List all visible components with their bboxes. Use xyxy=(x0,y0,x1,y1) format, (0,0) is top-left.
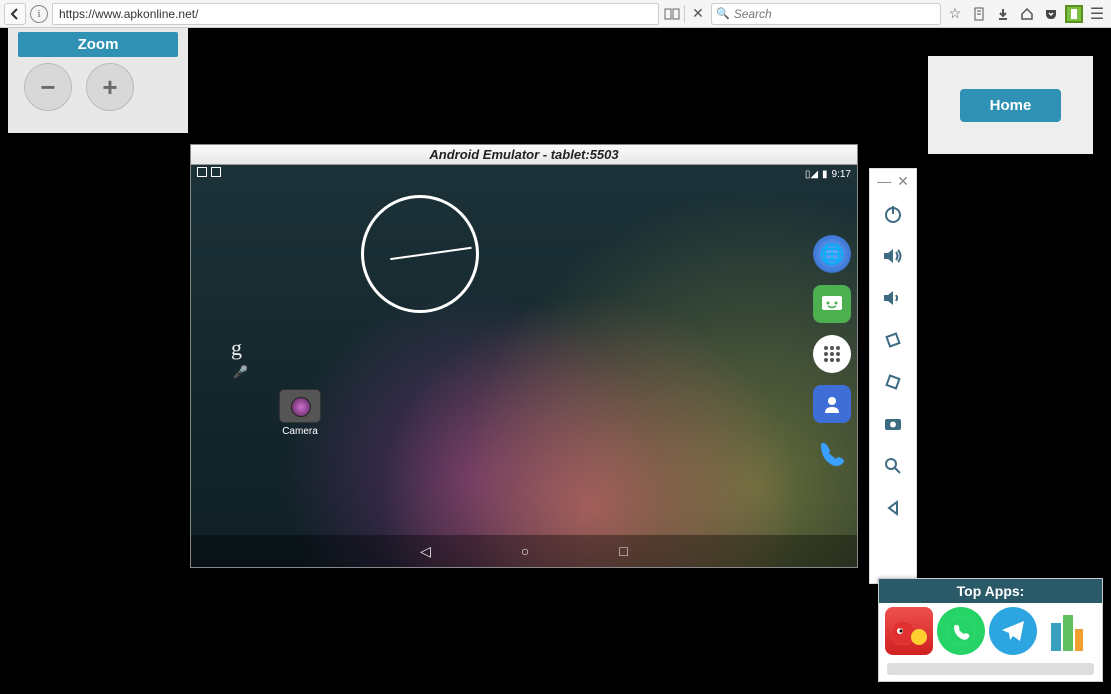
search-input[interactable] xyxy=(734,7,936,21)
search-box[interactable]: 🔍 xyxy=(711,3,941,25)
rotate-left-icon[interactable] xyxy=(875,320,911,360)
camera-app[interactable]: Camera xyxy=(273,389,327,437)
bookmark-icon[interactable]: ☆ xyxy=(945,4,965,24)
nav-back-icon[interactable]: ◁ xyxy=(420,543,431,560)
android-nav-bar: ◁ ○ □ xyxy=(191,535,857,567)
emulator-controls: — ✕ xyxy=(869,168,917,584)
android-dock: 🌐 xyxy=(813,235,851,473)
pocket-icon[interactable] xyxy=(1041,4,1061,24)
zoom-header: Zoom xyxy=(18,32,178,57)
google-search-icon[interactable]: g xyxy=(231,335,242,361)
zoom-out-button[interactable]: − xyxy=(24,63,72,111)
camera-label: Camera xyxy=(273,426,327,437)
minimize-icon[interactable]: — xyxy=(877,173,891,190)
home-panel: Home xyxy=(928,56,1093,154)
emulator-screen[interactable]: ▯◢ ▮ 9:17 g 🎤 Camera 🌐 xyxy=(191,165,857,567)
voice-search-icon[interactable]: 🎤 xyxy=(233,365,248,379)
apps-drawer-icon[interactable] xyxy=(813,335,851,373)
home-button[interactable]: Home xyxy=(960,89,1062,122)
clock-widget[interactable] xyxy=(361,195,479,313)
stop-button[interactable]: ✕ xyxy=(689,5,707,22)
telegram-app[interactable] xyxy=(989,607,1037,655)
screenshot-icon[interactable] xyxy=(875,404,911,444)
menu-icon[interactable]: ☰ xyxy=(1087,4,1107,24)
messages-app-icon[interactable] xyxy=(813,285,851,323)
close-icon[interactable]: ✕ xyxy=(897,173,909,190)
zoom-panel: Zoom − + xyxy=(8,28,188,133)
clock-hour-hand xyxy=(390,254,420,260)
url-input[interactable] xyxy=(52,3,659,25)
angry-birds-app[interactable] xyxy=(885,607,933,655)
back-button[interactable] xyxy=(4,3,26,25)
zoom-icon[interactable] xyxy=(875,446,911,486)
library-icon[interactable] xyxy=(969,4,989,24)
top-apps-title: Top Apps: xyxy=(879,579,1102,603)
phone-app-icon[interactable] xyxy=(813,435,851,473)
home-icon[interactable] xyxy=(1017,4,1037,24)
volume-down-icon[interactable] xyxy=(875,278,911,318)
android-status-bar: ▯◢ ▮ 9:17 xyxy=(191,165,857,183)
clock-minute-hand xyxy=(420,247,472,256)
whatsapp-app[interactable] xyxy=(937,607,985,655)
search-icon: 🔍 xyxy=(716,7,730,20)
browser-app-icon[interactable]: 🌐 xyxy=(813,235,851,273)
emulator-window: Android Emulator - tablet:5503 ▯◢ ▮ 9:17… xyxy=(190,144,858,568)
simcity-app[interactable] xyxy=(1041,607,1089,655)
signal-icon: ▯◢ xyxy=(805,169,818,180)
status-time: 9:17 xyxy=(832,169,851,180)
browser-toolbar: i ✕ 🔍 ☆ ☰ xyxy=(0,0,1111,28)
contacts-app-icon[interactable] xyxy=(813,385,851,423)
back-icon[interactable] xyxy=(875,488,911,528)
info-icon[interactable]: i xyxy=(30,5,48,23)
download-icon[interactable] xyxy=(993,4,1013,24)
rotate-right-icon[interactable] xyxy=(875,362,911,402)
status-notif-icon xyxy=(211,167,221,177)
reader-mode-icon[interactable] xyxy=(663,5,685,23)
emulator-title: Android Emulator - tablet:5503 xyxy=(191,145,857,165)
page-body: Zoom − + Home Android Emulator - tablet:… xyxy=(0,28,1111,694)
camera-icon xyxy=(279,389,321,423)
nav-recent-icon[interactable]: □ xyxy=(619,543,627,559)
power-icon[interactable] xyxy=(875,194,911,234)
battery-icon: ▮ xyxy=(822,169,828,180)
top-apps-tray: Top Apps: xyxy=(878,578,1103,682)
zoom-in-button[interactable]: + xyxy=(86,63,134,111)
volume-up-icon[interactable] xyxy=(875,236,911,276)
nav-home-icon[interactable]: ○ xyxy=(521,543,529,559)
tray-scrollbar[interactable] xyxy=(887,663,1094,675)
status-notif-icon xyxy=(197,167,207,177)
battery-addon-icon[interactable] xyxy=(1065,5,1083,23)
